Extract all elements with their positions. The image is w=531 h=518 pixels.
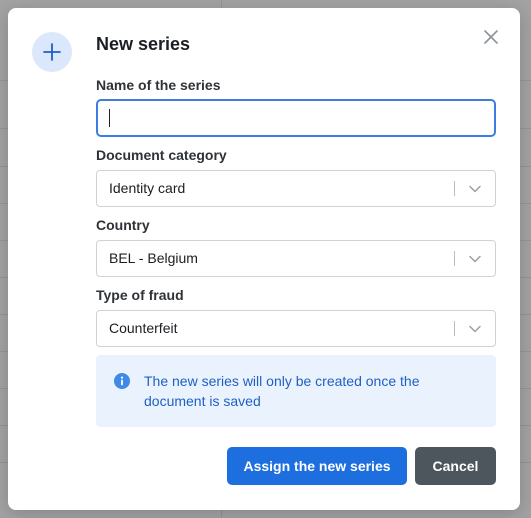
country-value: BEL - Belgium	[109, 250, 198, 266]
fraud-type-value: Counterfeit	[109, 320, 178, 336]
series-name-input[interactable]	[96, 99, 496, 137]
info-icon	[114, 373, 130, 389]
chevron-down-icon[interactable]	[468, 252, 482, 266]
document-category-value: Identity card	[109, 180, 186, 196]
document-category-select[interactable]: Identity card	[96, 170, 496, 207]
text-caret	[109, 109, 110, 127]
series-name-label: Name of the series	[96, 77, 221, 93]
select-separator	[454, 321, 455, 336]
fraud-type-label: Type of fraud	[96, 287, 184, 303]
cancel-button[interactable]: Cancel	[415, 447, 496, 485]
fraud-type-select[interactable]: Counterfeit	[96, 310, 496, 347]
info-alert: The new series will only be created once…	[96, 355, 496, 427]
select-separator	[454, 251, 455, 266]
dialog-title: New series	[96, 34, 191, 54]
new-series-dialog: New series Name of the series Document c…	[8, 8, 520, 510]
info-message: The new series will only be created once…	[144, 373, 420, 409]
close-icon[interactable]	[480, 26, 502, 48]
country-select[interactable]: BEL - Belgium	[96, 240, 496, 277]
assign-new-series-button[interactable]: Assign the new series	[227, 447, 407, 485]
chevron-down-icon[interactable]	[468, 322, 482, 336]
plus-icon	[32, 32, 72, 72]
select-separator	[454, 181, 455, 196]
document-category-label: Document category	[96, 147, 227, 163]
country-label: Country	[96, 217, 150, 233]
chevron-down-icon[interactable]	[468, 182, 482, 196]
